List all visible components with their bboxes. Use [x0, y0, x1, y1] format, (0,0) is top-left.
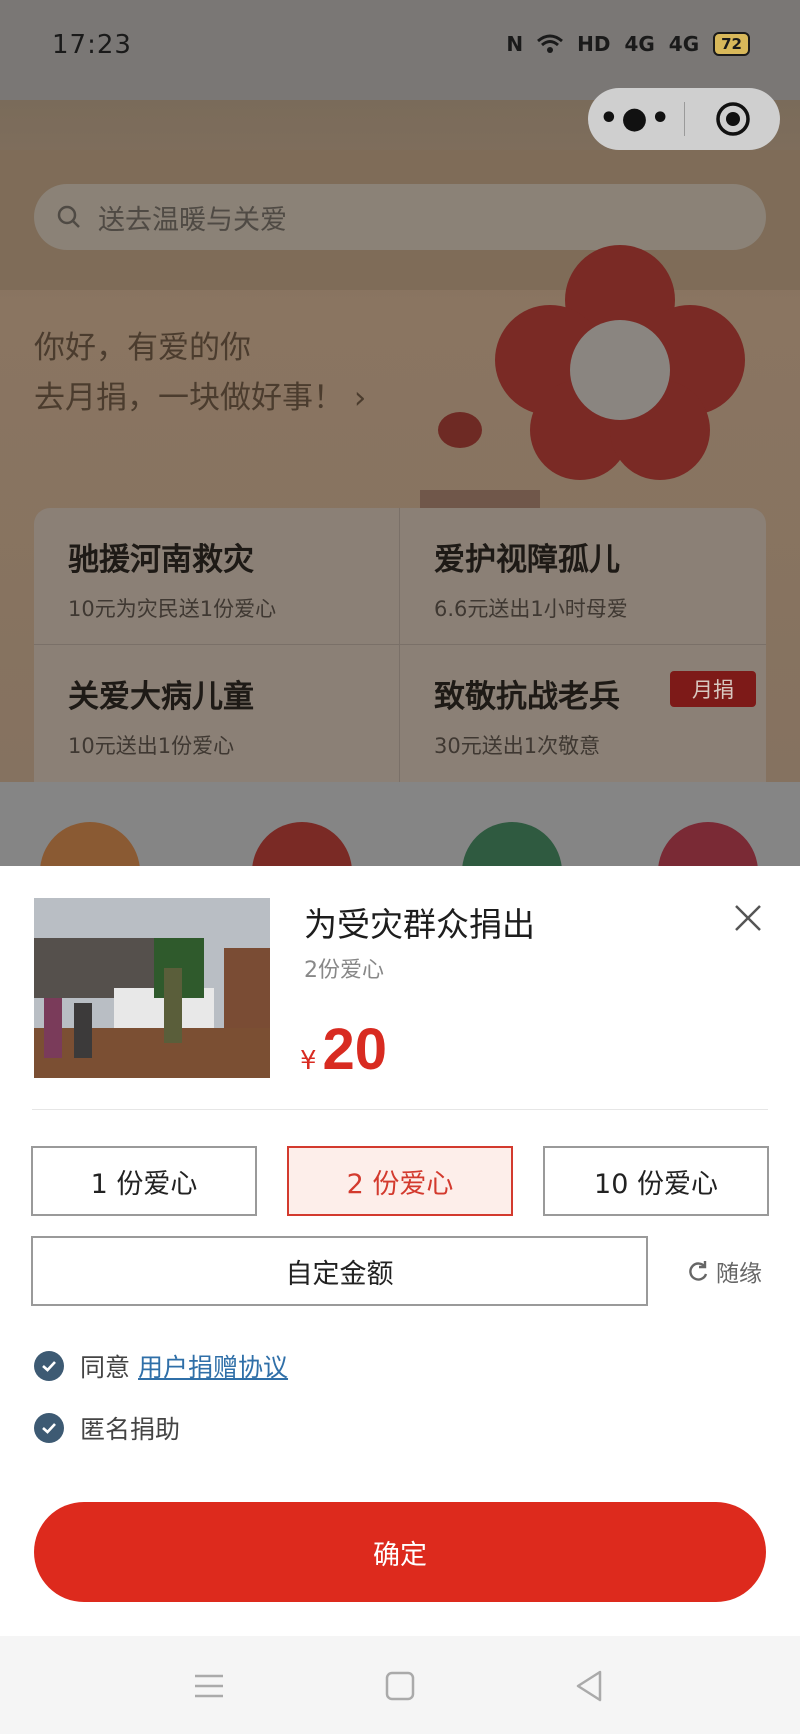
menu-icon[interactable] [189, 1666, 229, 1706]
random-amount-button[interactable]: 随缘 [686, 1254, 762, 1288]
wifi-icon [537, 34, 564, 53]
card-subtitle: 10元送出1份爱心 [68, 734, 235, 758]
card-title: 关爱大病儿童 [68, 679, 254, 715]
option-1-heart[interactable]: 1 份爱心 [31, 1146, 257, 1216]
card-subtitle: 10元为灾民送1份爱心 [68, 597, 277, 621]
nfc-icon: N [506, 32, 524, 56]
random-label: 随缘 [716, 1261, 762, 1287]
agree-row: 同意 用户捐赠协议 [34, 1348, 288, 1384]
product-title: 为受灾群众捐出 [304, 905, 535, 944]
status-icons: N HD 4G 4G 72 [506, 32, 750, 56]
card-subtitle: 6.6元送出1小时母爱 [434, 597, 628, 621]
disaster-photo [34, 898, 270, 1078]
option-10-hearts[interactable]: 10 份爱心 [543, 1146, 769, 1216]
category-icons-strip [0, 782, 800, 922]
greeting-line1: 你好，有爱的你 [34, 330, 251, 366]
anonymous-label: 匿名捐助 [80, 1415, 181, 1444]
search-icon [57, 205, 80, 228]
donation-agreement-link[interactable]: 用户捐赠协议 [138, 1348, 288, 1384]
refresh-icon [689, 1261, 708, 1281]
product-subtitle: 2份爱心 [304, 958, 384, 983]
card-title: 驰援河南救灾 [68, 542, 254, 578]
signal-4g-icon-2: 4G [668, 32, 700, 56]
price: ¥ 20 [300, 1016, 387, 1083]
status-time: 17:23 [52, 30, 132, 60]
check-icon[interactable] [34, 1351, 64, 1381]
project-card[interactable]: 致敬抗战老兵 30元送出1次敬意 月捐 [400, 645, 766, 782]
currency-symbol: ¥ [300, 1046, 317, 1076]
miniprogram-capsule: •●• [588, 88, 780, 150]
hero-banner: 送去温暖与关爱 你好，有爱的你 去月捐，一块做好事！ › 驰援河南救灾 10元为… [0, 100, 800, 782]
divider [32, 1109, 768, 1110]
greeting-line2[interactable]: 去月捐，一块做好事！ › [34, 372, 366, 417]
card-subtitle: 30元送出1次敬意 [434, 734, 601, 758]
confirm-button[interactable]: 确定 [34, 1502, 766, 1602]
back-icon[interactable] [570, 1666, 610, 1706]
signal-4g-icon: 4G [624, 32, 655, 56]
project-card[interactable]: 驰援河南救灾 10元为灾民送1份爱心 [34, 508, 400, 645]
hd-label: HD [577, 32, 611, 56]
anonymous-row[interactable]: 匿名捐助 [34, 1410, 180, 1446]
search-placeholder: 送去温暖与关爱 [98, 204, 287, 236]
close-icon[interactable] [730, 900, 766, 936]
category-icons [40, 822, 758, 922]
check-icon[interactable] [34, 1413, 64, 1443]
project-cards: 驰援河南救灾 10元为灾民送1份爱心 爱护视障孤儿 6.6元送出1小时母爱 关爱… [34, 508, 766, 782]
home-icon[interactable] [380, 1666, 420, 1706]
more-dots-icon[interactable]: •●• [588, 104, 684, 134]
custom-amount-button[interactable]: 自定金额 [31, 1236, 648, 1306]
card-title: 爱护视障孤儿 [434, 542, 620, 578]
target-circle-icon[interactable] [685, 101, 780, 137]
agree-label: 同意 [80, 1353, 131, 1382]
price-amount: 20 [322, 1017, 388, 1082]
project-card[interactable]: 爱护视障孤儿 6.6元送出1小时母爱 [400, 508, 766, 645]
project-card[interactable]: 关爱大病儿童 10元送出1份爱心 [34, 645, 400, 782]
chevron-right-icon: › [344, 380, 367, 416]
option-2-hearts[interactable]: 2 份爱心 [287, 1146, 513, 1216]
flower-mascot-icon [420, 245, 745, 520]
status-bar: 17:23 N HD 4G 4G 72 [0, 0, 800, 100]
system-navbar [0, 1636, 800, 1734]
battery-icon: 72 [713, 32, 750, 56]
monthly-tag: 月捐 [670, 671, 756, 707]
donation-sheet: 为受灾群众捐出 2份爱心 ¥ 20 1 份爱心 2 份爱心 10 份爱心 自定金… [0, 866, 800, 1636]
